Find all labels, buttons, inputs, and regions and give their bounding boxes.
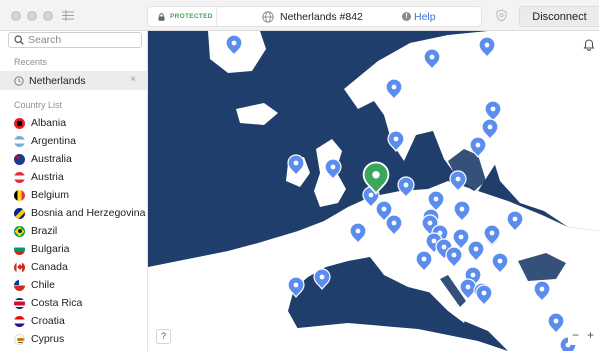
country-label: Austria (31, 171, 64, 183)
sidebar-toggle-icon[interactable] (61, 9, 75, 22)
country-item-costa-rica[interactable]: Costa Rica (0, 294, 147, 312)
country-item-bosnia-and-herzegovina[interactable]: Bosnia and Herzegovina (0, 204, 147, 222)
country-label: Chile (31, 279, 55, 291)
country-label: Albania (31, 117, 67, 129)
country-label: Canada (31, 261, 68, 273)
status-badge: PROTECTED (148, 7, 217, 26)
europe-map (148, 31, 599, 351)
disconnect-button[interactable]: Disconnect (519, 6, 599, 27)
sidebar: Search Recents Netherlands × Country Lis… (0, 31, 148, 351)
country-item-cyprus[interactable]: Cyprus (0, 330, 147, 348)
search-icon (14, 35, 24, 45)
country-item-croatia[interactable]: Croatia (0, 312, 147, 330)
croatia-flag-icon (14, 315, 25, 327)
country-item-brazil[interactable]: Brazil (0, 222, 147, 240)
connected-server[interactable]: Netherlands #842 (262, 7, 363, 26)
zoom-controls: − + (568, 327, 599, 345)
server-map[interactable]: ? − + (148, 31, 599, 351)
country-label: Cyprus (31, 333, 65, 345)
costa-rica-flag-icon (14, 297, 25, 309)
australia-flag-icon (14, 153, 25, 165)
country-label: Bosnia and Herzegovina (31, 207, 146, 219)
bell-icon (583, 39, 595, 51)
belgium-flag-icon (14, 189, 25, 201)
help-circle-icon: ! (402, 12, 411, 21)
help-link[interactable]: ! Help (402, 7, 436, 26)
country-item-austria[interactable]: Austria (0, 168, 147, 186)
zoom-in-button[interactable]: + (583, 327, 598, 345)
country-list-heading: Country List (14, 100, 63, 110)
mediterranean-sea (308, 293, 448, 327)
bulgaria-flag-icon (14, 243, 25, 255)
search-input[interactable]: Search (8, 32, 142, 48)
country-label: Australia (31, 153, 72, 165)
zoom-out-button[interactable]: − (568, 327, 583, 345)
austria-flag-icon (14, 171, 25, 183)
window-zoom-button[interactable] (43, 11, 53, 21)
recent-item-netherlands[interactable]: Netherlands × (0, 71, 147, 90)
country-label: Costa Rica (31, 297, 83, 309)
lock-icon (158, 12, 165, 21)
country-label: Argentina (31, 135, 76, 147)
search-placeholder: Search (28, 34, 62, 46)
chile-flag-icon (14, 279, 25, 291)
help-label: Help (414, 10, 436, 23)
country-item-bulgaria[interactable]: Bulgaria (0, 240, 147, 258)
country-label: Belgium (31, 189, 69, 201)
status-text: PROTECTED (170, 13, 213, 20)
country-label: Brazil (31, 225, 58, 237)
cyprus-flag-icon (14, 333, 25, 345)
country-item-chile[interactable]: Chile (0, 276, 147, 294)
title-bar: PROTECTED Netherlands #842 ! Help Discon… (0, 0, 599, 31)
albania-flag-icon (14, 117, 25, 129)
country-item-belgium[interactable]: Belgium (0, 186, 147, 204)
canada-flag-icon (14, 261, 25, 273)
clock-icon (14, 75, 24, 86)
recent-item-label: Netherlands (29, 74, 86, 87)
window-close-button[interactable] (11, 11, 21, 21)
notifications-button[interactable] (580, 36, 598, 54)
country-item-argentina[interactable]: Argentina (0, 132, 147, 150)
country-item-albania[interactable]: Albania (0, 114, 147, 132)
country-item-australia[interactable]: Australia (0, 150, 147, 168)
brazil-flag-icon (14, 225, 25, 237)
remove-recent-button[interactable]: × (130, 74, 136, 85)
recents-heading: Recents (14, 57, 48, 67)
country-list: Albania Argentina Australia Austria Belg… (0, 114, 147, 348)
country-item-canada[interactable]: Canada (0, 258, 147, 276)
bosnia-flag-icon (14, 207, 25, 219)
country-label: Croatia (31, 315, 65, 327)
argentina-flag-icon (14, 135, 25, 147)
landmass-iceland (236, 103, 278, 125)
globe-icon (262, 10, 274, 23)
server-name-text: Netherlands #842 (280, 10, 363, 23)
window-minimize-button[interactable] (27, 11, 37, 21)
country-label: Bulgaria (31, 243, 70, 255)
server-pin[interactable] (313, 268, 331, 290)
connection-status-bar: PROTECTED Netherlands #842 ! Help (147, 6, 482, 27)
shield-icon[interactable] (495, 9, 508, 22)
map-help-button[interactable]: ? (156, 329, 171, 344)
